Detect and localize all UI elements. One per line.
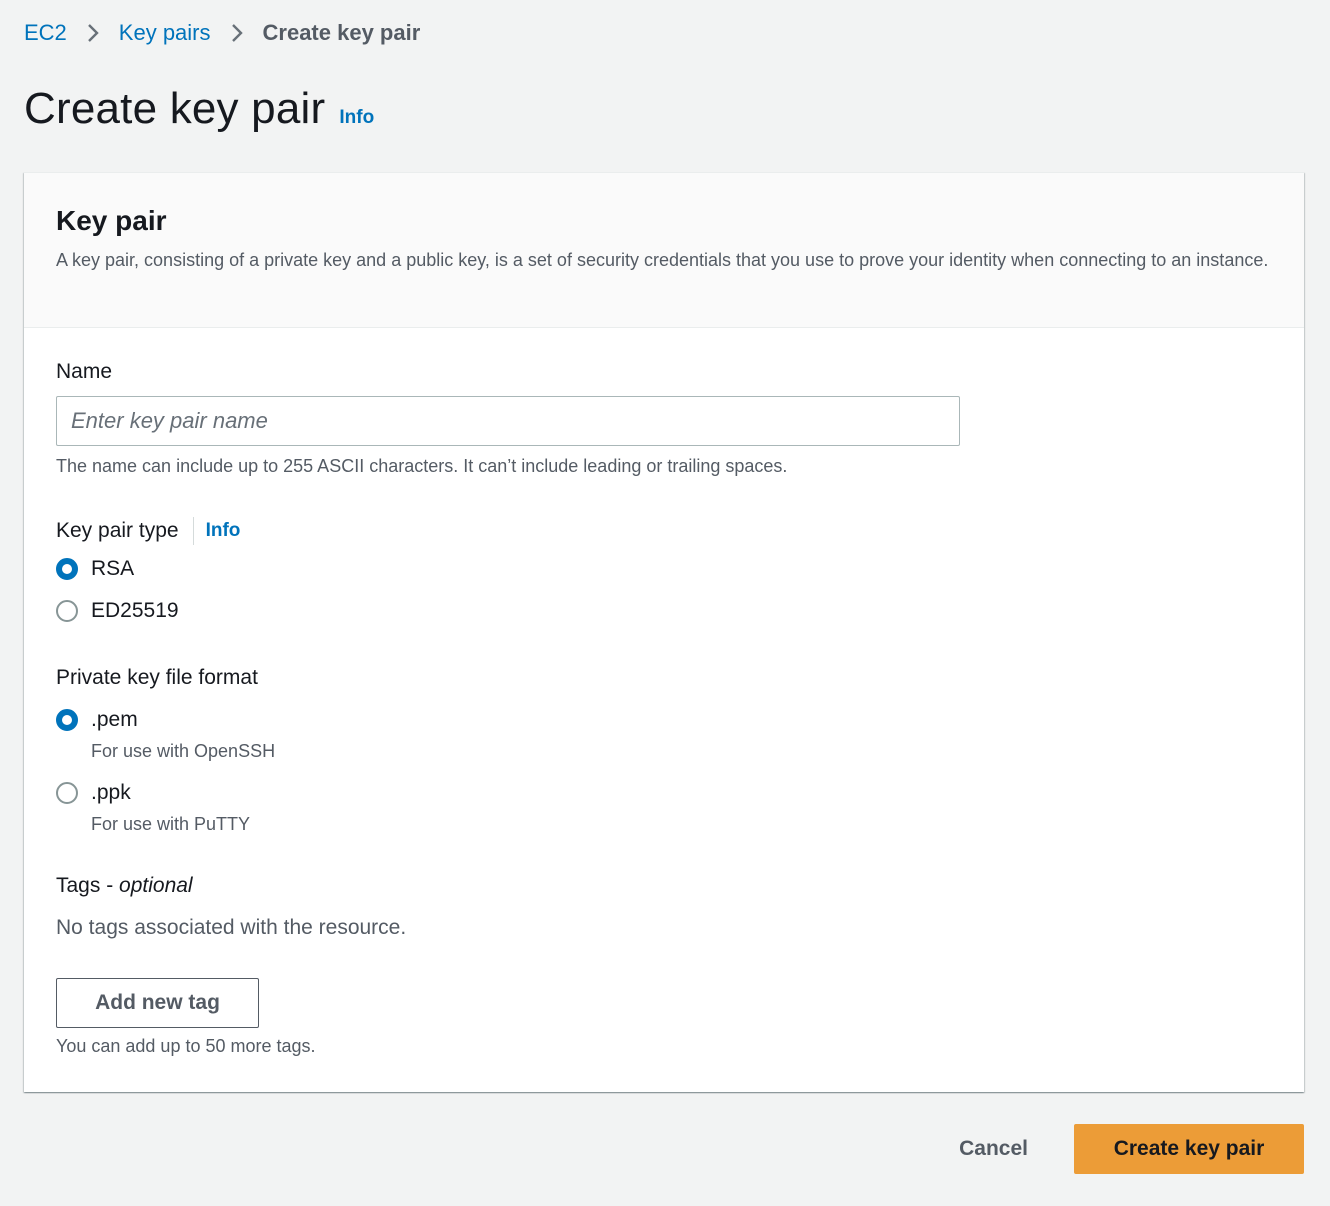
radio-ppk-label: .ppk xyxy=(91,781,131,804)
radio-ppk-description: For use with PuTTY xyxy=(91,814,251,834)
radio-unchecked-icon[interactable] xyxy=(56,600,78,622)
page-header: Create key pair Info xyxy=(24,84,374,134)
cancel-button[interactable]: Cancel xyxy=(959,1124,1028,1174)
name-hint: The name can include up to 255 ASCII cha… xyxy=(56,456,788,476)
radio-pem-label: .pem xyxy=(91,708,138,731)
page-info-link[interactable]: Info xyxy=(339,107,374,129)
radio-ed25519[interactable]: ED25519 xyxy=(56,599,179,623)
breadcrumb-ec2[interactable]: EC2 xyxy=(24,20,67,46)
no-tags-text: No tags associated with the resource. xyxy=(56,916,407,939)
radio-checked-icon[interactable] xyxy=(56,709,78,731)
label-divider xyxy=(192,517,194,545)
key-pair-type-label: Key pair type xyxy=(56,519,179,542)
key-pair-type-header: Key pair type Info xyxy=(56,516,240,546)
radio-ed25519-label: ED25519 xyxy=(91,599,179,622)
tags-optional-label: optional xyxy=(119,874,193,897)
panel-title: Key pair xyxy=(56,205,167,236)
radio-rsa[interactable]: RSA xyxy=(56,557,134,581)
radio-pem-description: For use with OpenSSH xyxy=(91,741,276,761)
name-label: Name xyxy=(56,360,113,383)
tags-label: Tags - optional xyxy=(56,874,193,898)
tags-hint: You can add up to 50 more tags. xyxy=(56,1036,316,1056)
radio-checked-icon[interactable] xyxy=(56,558,78,580)
add-new-tag-button[interactable]: Add new tag xyxy=(56,978,259,1028)
breadcrumb-current: Create key pair xyxy=(262,20,421,45)
panel-description: A key pair, consisting of a private key … xyxy=(56,250,1269,270)
radio-rsa-label: RSA xyxy=(91,557,135,580)
chevron-right-icon xyxy=(211,18,263,48)
key-pair-panel: Key pair A key pair, consisting of a pri… xyxy=(24,172,1304,1092)
create-key-pair-button[interactable]: Create key pair xyxy=(1074,1124,1304,1174)
radio-unchecked-icon[interactable] xyxy=(56,782,78,804)
key-pair-name-input[interactable] xyxy=(56,396,960,446)
page-title: Create key pair xyxy=(24,84,326,133)
file-format-label: Private key file format xyxy=(56,666,258,689)
chevron-right-icon xyxy=(67,18,119,48)
panel-header: Key pair A key pair, consisting of a pri… xyxy=(24,173,1304,328)
breadcrumb: EC2 Key pairs Create key pair xyxy=(24,18,420,48)
tags-label-separator: - xyxy=(100,874,120,897)
key-pair-type-info-link[interactable]: Info xyxy=(206,520,241,542)
form-actions: Cancel Create key pair xyxy=(959,1124,1304,1174)
radio-ppk[interactable]: .ppk xyxy=(56,781,131,805)
breadcrumb-key-pairs[interactable]: Key pairs xyxy=(119,20,211,46)
tags-label-text: Tags xyxy=(56,874,101,897)
radio-pem[interactable]: .pem xyxy=(56,708,138,732)
